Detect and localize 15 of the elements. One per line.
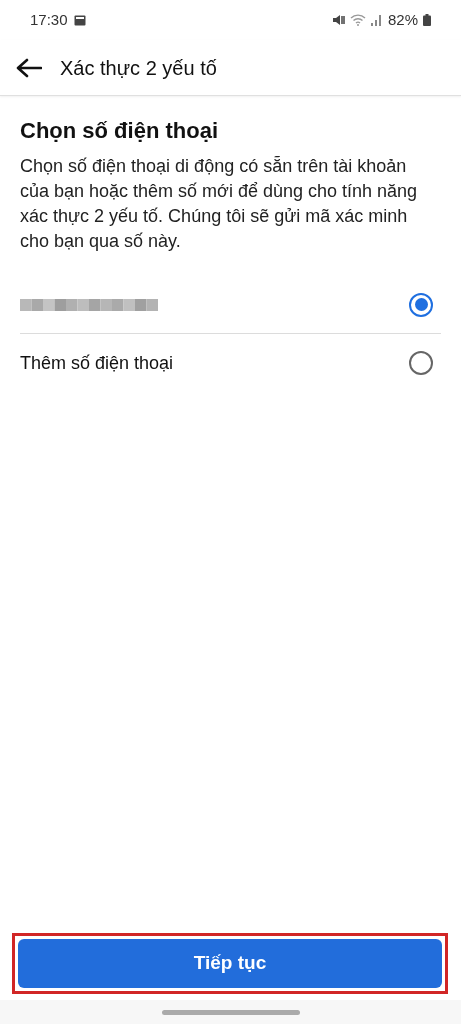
signal-icon [370,14,383,26]
radio-button[interactable] [409,351,433,375]
option-label: Thêm số điện thoại [20,351,174,375]
battery-icon [423,14,431,26]
wifi-icon [349,14,366,26]
mute-icon [331,14,345,26]
description-text: Chọn số điện thoại di động có sẵn trên tài khoản của bạn hoặc thêm số mới để dùng cho tính năng xác thực 2 yếu tố. Chúng tôi sẽ gửi mã xác minh cho bạn qua số này. [20,155,419,253]
page-title: Xác thực 2 yếu tố [60,55,217,81]
section-heading: Chọn số điện thoại [20,117,219,145]
image-icon [73,14,86,26]
battery-percentage: 82% [387,9,418,30]
status-time: 17:30 [30,9,68,30]
radio-button[interactable] [409,292,433,317]
back-arrow-icon[interactable] [16,57,42,78]
continue-button[interactable]: Tiếp tục [18,939,442,988]
